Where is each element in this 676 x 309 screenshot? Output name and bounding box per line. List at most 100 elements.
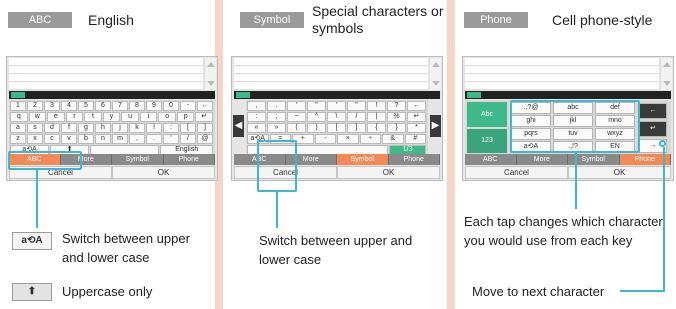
mode-tab-more[interactable]: More (516, 154, 568, 165)
keyboard-key[interactable]: ← (407, 101, 426, 111)
keyboard-key[interactable]: / (347, 112, 366, 122)
keyboard-key[interactable]: ← (197, 101, 213, 111)
keyboard-key[interactable]: j (112, 123, 128, 133)
keyboard-key[interactable]: ! (367, 101, 386, 111)
keyboard-key[interactable]: 4 (61, 101, 77, 111)
keyboard-key[interactable]: v (61, 134, 77, 144)
keyboard-key[interactable]: m (112, 134, 128, 144)
keyboard-key[interactable]: w (28, 112, 47, 122)
keyboard-key[interactable]: " (307, 101, 326, 111)
keyboard-key[interactable]: ' (327, 101, 346, 111)
keyboard-key[interactable]: g (78, 123, 94, 133)
keyboard-key[interactable]: ) (307, 123, 326, 133)
keyboard-key[interactable]: r (65, 112, 84, 122)
keyboard-key[interactable]: - (180, 101, 196, 111)
mode-tab-phone[interactable]: Phone (163, 154, 215, 165)
ok-button[interactable]: OK (112, 166, 215, 179)
scroll-up-icon[interactable] (663, 62, 671, 67)
scrollbar[interactable] (204, 58, 216, 90)
keyboard-key[interactable]: - (314, 134, 336, 144)
keyboard-key[interactable]: , (129, 134, 145, 144)
keyboard-key[interactable]: ? (387, 101, 406, 111)
cancel-button[interactable]: Cancel (465, 166, 568, 179)
keyboard-key[interactable]: 7 (112, 101, 128, 111)
keyboard-key[interactable]: % (387, 112, 406, 122)
scroll-up-icon[interactable] (432, 62, 440, 67)
backspace-key[interactable]: ← (639, 103, 667, 119)
keyboard-key[interactable]: ( (287, 123, 306, 133)
keyboard-key[interactable]: e (47, 112, 65, 122)
keyboard-key[interactable]: b (78, 134, 94, 144)
keyboard-key[interactable]: ] (347, 123, 366, 133)
ok-button[interactable]: OK (568, 166, 671, 179)
keyboard-key[interactable]: ; (267, 112, 286, 122)
scroll-up-icon[interactable] (207, 62, 215, 67)
keyboard-key[interactable]: # (404, 134, 426, 144)
keyboard-key[interactable]: 3 (44, 101, 60, 111)
keyboard-key[interactable]: 2 (27, 101, 43, 111)
keyboard-key[interactable]: { (367, 123, 386, 133)
keyboard-key[interactable]: o (158, 112, 176, 122)
keyboard-key[interactable]: ' (287, 101, 306, 111)
keyboard-key[interactable]: h (95, 123, 111, 133)
keyboard-key[interactable]: | (367, 112, 386, 122)
keyboard-key[interactable]: k (129, 123, 145, 133)
keyboard-key[interactable]: " (347, 101, 366, 111)
keyboard-key[interactable]: l (146, 123, 162, 133)
keyboard-key[interactable]: a (10, 123, 26, 133)
keyboard-key[interactable]: x (27, 134, 43, 144)
keyboard-key[interactable]: ~ (287, 112, 306, 122)
keyboard-key[interactable]: i (139, 112, 158, 122)
keyboard-key[interactable]: } (387, 123, 406, 133)
keyboard-key[interactable]: . (146, 134, 162, 144)
keyboard-key[interactable]: d (44, 123, 60, 133)
ok-button[interactable]: OK (337, 166, 440, 179)
scroll-down-icon[interactable] (432, 81, 440, 86)
keyboard-key[interactable]: 1 (10, 101, 26, 111)
abc-side-button[interactable]: Abc (467, 102, 507, 127)
keyboard-key[interactable]: t (84, 112, 102, 122)
scroll-down-icon[interactable] (207, 81, 215, 86)
keyboard-key[interactable]: : (247, 112, 266, 122)
keyboard-key[interactable]: y (102, 112, 121, 122)
mode-tab-symbol[interactable]: Symbol (337, 154, 389, 165)
text-area[interactable] (9, 58, 203, 90)
keyboard-key[interactable]: « (247, 123, 266, 133)
keyboard-key[interactable]: z (10, 134, 26, 144)
keyboard-key[interactable]: \ (327, 112, 346, 122)
mode-tab-abc[interactable]: ABC (465, 154, 517, 165)
text-area[interactable] (465, 58, 659, 90)
keyboard-key[interactable]: @ (197, 134, 213, 144)
enter-key[interactable]: ↵ (639, 121, 667, 137)
keyboard-key[interactable]: s (27, 123, 43, 133)
keyboard-key[interactable]: u (121, 112, 139, 122)
keyboard-key[interactable]: , (247, 101, 266, 111)
keyboard-key[interactable]: [ (327, 123, 346, 133)
numeric-side-button[interactable]: 123 (467, 129, 507, 153)
scrollbar[interactable] (429, 58, 441, 90)
keyboard-key[interactable]: 8 (129, 101, 145, 111)
prev-page-arrow[interactable]: ◀ (233, 115, 244, 137)
keyboard-key[interactable]: × (337, 134, 359, 144)
keyboard-key[interactable]: * (407, 123, 426, 133)
keyboard-key[interactable]: » (267, 123, 286, 133)
keyboard-key[interactable]: ] (197, 123, 213, 133)
keyboard-key[interactable]: : (163, 123, 179, 133)
keyboard-key[interactable]: . (267, 101, 286, 111)
mode-tab-phone[interactable]: Phone (388, 154, 440, 165)
keyboard-key[interactable]: & (382, 134, 404, 144)
text-area[interactable] (234, 58, 428, 90)
keyboard-key[interactable]: 9 (146, 101, 162, 111)
keyboard-key[interactable]: / (180, 134, 196, 144)
keyboard-key[interactable]: f (61, 123, 77, 133)
keyboard-key[interactable]: [ (180, 123, 196, 133)
keyboard-key[interactable]: ÷ (359, 134, 381, 144)
mode-tab-symbol[interactable]: Symbol (112, 154, 164, 165)
keyboard-key[interactable]: 5 (78, 101, 94, 111)
keyboard-key[interactable]: p (176, 112, 195, 122)
keyboard-key[interactable]: ↵ (407, 112, 426, 122)
keyboard-key[interactable]: 6 (95, 101, 111, 111)
scrollbar[interactable] (660, 58, 672, 90)
keyboard-key[interactable]: n (95, 134, 111, 144)
keyboard-key[interactable]: ↵ (195, 112, 214, 122)
